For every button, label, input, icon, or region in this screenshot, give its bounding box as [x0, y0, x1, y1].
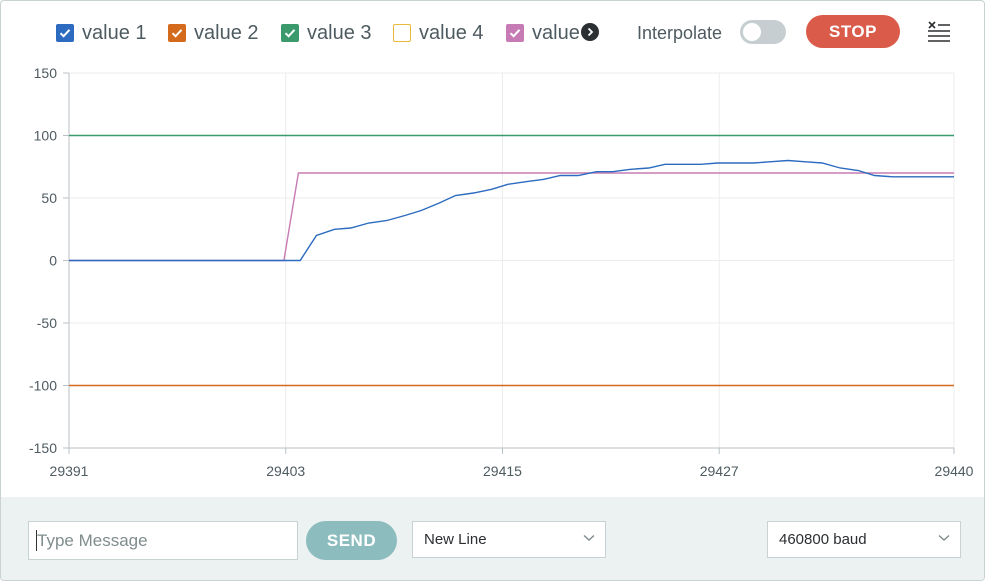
y-tick-label: 150: [34, 65, 58, 81]
baud-rate-select[interactable]: 460800 baud: [767, 521, 961, 558]
checkbox-checked-icon[interactable]: [56, 24, 74, 42]
checkbox-checked-icon[interactable]: [506, 24, 524, 42]
line-chart: 150 100 50 0 -50 -100 -150 29391 29403 29415 29427…: [29, 65, 974, 479]
legend-item-value-2[interactable]: value 2: [168, 21, 259, 45]
interpolate-label: Interpolate: [637, 23, 723, 43]
checkbox-unchecked-icon[interactable]: [393, 24, 411, 42]
chevron-down-icon: [938, 534, 950, 541]
line-ending-select[interactable]: New Line: [412, 521, 606, 558]
toggle-knob: [743, 23, 761, 41]
legend-item-value-1[interactable]: value 1: [56, 21, 147, 45]
chevron-right-icon[interactable]: [581, 23, 599, 41]
x-tick-label: 29440: [935, 463, 974, 479]
stop-button[interactable]: STOP: [806, 15, 900, 48]
interpolate-toggle[interactable]: [740, 20, 786, 44]
checkbox-checked-icon[interactable]: [281, 24, 299, 42]
send-button[interactable]: SEND: [306, 521, 397, 560]
message-input[interactable]: [28, 521, 298, 560]
y-tick-label: -50: [37, 315, 57, 331]
clear-list-icon[interactable]: [926, 18, 952, 44]
line-ending-value: New Line: [424, 531, 487, 548]
series-line-value-1: [69, 159, 954, 262]
x-tick-label: 29415: [483, 463, 522, 479]
legend-item-value-3[interactable]: value 3: [281, 21, 372, 45]
legend-label: value 5: [532, 21, 582, 44]
x-tick-label: 29403: [266, 463, 305, 479]
legend-label: value 1: [82, 21, 147, 44]
y-tick-label: 0: [49, 253, 57, 269]
y-tick-label: -150: [29, 440, 57, 456]
text-caret: [36, 530, 37, 551]
chevron-down-icon: [583, 534, 595, 541]
baud-rate-value: 460800 baud: [779, 531, 867, 548]
legend-label: value 3: [307, 21, 372, 44]
y-tick-label: -100: [29, 378, 57, 394]
series-line-value-5: [69, 172, 954, 262]
y-tick-label: 100: [34, 128, 58, 144]
serial-plotter-window: value 1 value 2 value 3 value 4 value 5 …: [0, 0, 985, 581]
x-tick-label: 29427: [700, 463, 739, 479]
legend-item-value-5[interactable]: value 5: [506, 21, 582, 45]
legend-item-value-4[interactable]: value 4: [393, 21, 484, 45]
legend-label: value 2: [194, 21, 259, 44]
checkbox-checked-icon[interactable]: [168, 24, 186, 42]
legend-label: value 4: [419, 21, 484, 44]
x-tick-label: 29391: [50, 463, 89, 479]
y-tick-label: 50: [41, 190, 57, 206]
